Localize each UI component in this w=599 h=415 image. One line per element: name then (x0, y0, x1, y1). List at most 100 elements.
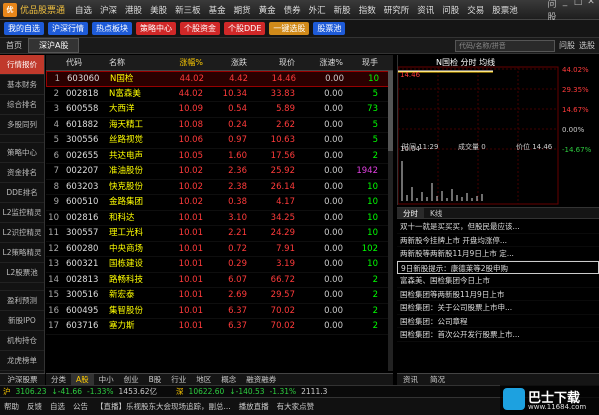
toolbar-button-3[interactable]: 策略中心 (136, 22, 176, 35)
table-row[interactable]: 13 600321 国栋建设 10.01 0.29 3.19 0.00 10 (46, 257, 393, 273)
col-code[interactable]: 代码 (62, 55, 105, 70)
table-row[interactable]: 6 002655 共达电声 10.05 1.60 17.56 0.00 2 (46, 149, 393, 164)
table-row[interactable]: 4 601882 海天精工 10.08 0.24 2.62 0.00 5 (46, 118, 393, 133)
sidebar-item-9[interactable]: L2识控精灵 (0, 223, 44, 243)
toolbar-button-1[interactable]: 沪深行情 (48, 22, 88, 35)
chart-tab-0[interactable]: 分时 (397, 208, 424, 218)
sidebar-item-15[interactable]: 机构持仓 (0, 331, 44, 351)
category-tab-8[interactable]: 融资融券 (241, 374, 281, 385)
news-bottom-tab-1[interactable]: 简况 (424, 374, 451, 385)
table-row[interactable]: 12 600280 中央商场 10.01 0.72 7.91 0.00 102 (46, 242, 393, 257)
table-row[interactable]: 5 300556 丝路视觉 10.06 0.97 10.63 0.00 5 (46, 133, 393, 149)
toolbar-button-5[interactable]: 个股DDE (224, 22, 266, 35)
sidebar-item-16[interactable]: 龙虎榜单 (0, 351, 44, 371)
toolbar-button-0[interactable]: 我的自选 (4, 22, 44, 35)
table-row[interactable]: 1 603060 N国检 44.02 4.42 14.46 0.00 10 (46, 71, 393, 87)
news-bottom-tab-0[interactable]: 资讯 (397, 374, 424, 385)
toolbar-button-2[interactable]: 热点板块 (92, 22, 132, 35)
toolbar-button-7[interactable]: 股票池 (313, 22, 346, 35)
table-row[interactable]: 10 002816 和科达 10.01 3.10 34.25 0.00 10 (46, 211, 393, 226)
menu-item-2[interactable]: 港股 (121, 4, 146, 16)
like-button[interactable]: 有大家点赞 (277, 401, 315, 412)
table-scrollbar[interactable] (388, 71, 393, 371)
menu-item-16[interactable]: 股票池 (488, 4, 522, 16)
table-row[interactable]: 15 300516 新宏泰 10.01 2.69 29.57 0.00 2 (46, 288, 393, 304)
menu-item-4[interactable]: 新三板 (171, 4, 205, 16)
table-row[interactable]: 7 002207 准油股份 10.02 2.36 25.92 0.00 1942 (46, 164, 393, 180)
select-stock-button[interactable]: 选股 (579, 40, 595, 51)
sidebar-item-1[interactable]: 基本财务 (0, 75, 44, 95)
intraday-chart[interactable]: 44.02%29.35%14.67%0.00%-14.67%14.4610.04… (398, 55, 599, 205)
watchlist-button[interactable]: 自选 (50, 401, 65, 412)
col-speed[interactable]: 涨速% (295, 55, 343, 70)
news-item[interactable]: 国检集团：关于公司股票上市申... (397, 301, 599, 315)
menu-item-12[interactable]: 研究所 (380, 4, 414, 16)
category-tab-7[interactable]: 概念 (216, 374, 241, 385)
help-button[interactable]: 帮助 (4, 401, 19, 412)
menu-item-3[interactable]: 美股 (146, 4, 171, 16)
toolbar-button-6[interactable]: 一键选股 (269, 22, 310, 35)
category-tab-1[interactable]: A股 (71, 374, 94, 385)
news-item[interactable]: 两新股等两新股11月9日上市 定... (397, 247, 599, 261)
news-item[interactable]: 国检集团等两新股11月9日上市 (397, 288, 599, 301)
table-row[interactable]: 11 300557 理工光科 10.01 2.21 24.29 0.00 10 (46, 226, 393, 242)
category-tab-3[interactable]: 创业 (119, 374, 144, 385)
col-name[interactable]: 名称 (105, 55, 159, 70)
sidebar-item-8[interactable]: L2监控精灵 (0, 203, 44, 223)
sidebar-item-11[interactable]: L2股票池 (0, 263, 44, 283)
category-tab-6[interactable]: 地区 (191, 374, 216, 385)
scrollbar-thumb[interactable] (388, 71, 393, 151)
menu-item-15[interactable]: 交易 (463, 4, 488, 16)
menu-item-11[interactable]: 指数 (355, 4, 380, 16)
sidebar-item-2[interactable]: 综合排名 (0, 95, 44, 115)
home-tab[interactable]: 首页 (0, 40, 28, 51)
menu-item-10[interactable]: 新股 (330, 4, 355, 16)
news-item[interactable]: 双十一就是买买买，但股民最应该... (397, 220, 599, 234)
menu-item-5[interactable]: 基金 (205, 4, 230, 16)
menu-item-14[interactable]: 问股 (438, 4, 463, 16)
feedback-button[interactable]: 反馈 (27, 401, 42, 412)
sidebar-item-3[interactable]: 多股同列 (0, 115, 44, 135)
table-row[interactable]: 2 002818 N富森美 44.02 10.34 33.83 0.00 5 (46, 87, 393, 102)
toolbar-button-4[interactable]: 个股资金 (180, 22, 220, 35)
search-input[interactable]: 代码/名称/拼音 (455, 39, 555, 52)
menu-item-1[interactable]: 沪深 (96, 4, 121, 16)
sidebar-item-14[interactable]: 新股IPO (0, 311, 44, 331)
col-change-pct[interactable]: 涨幅% (159, 55, 203, 70)
sidebar-bottom-tab[interactable]: 沪深股票 (0, 373, 45, 385)
chart-tab-1[interactable]: K线 (424, 208, 448, 218)
notice-button[interactable]: 公告 (73, 401, 88, 412)
sidebar-item-7[interactable]: DDE排名 (0, 183, 44, 203)
category-tab-4[interactable]: B股 (144, 374, 167, 385)
news-item[interactable]: 国检集团：首次公开发行股票上市... (397, 328, 599, 342)
menu-item-7[interactable]: 黄金 (255, 4, 280, 16)
col-change[interactable]: 涨跌 (203, 55, 247, 70)
menu-item-6[interactable]: 期货 (230, 4, 255, 16)
col-price[interactable]: 现价 (247, 55, 295, 70)
table-row[interactable]: 3 600558 大西洋 10.09 0.54 5.89 0.00 73 (46, 102, 393, 118)
news-item[interactable]: 两新股今挂牌上市 开盘均涨停... (397, 234, 599, 247)
table-row[interactable]: 14 002813 路畅科技 10.01 6.07 66.72 0.00 2 (46, 273, 393, 288)
sidebar-item-0[interactable]: 行情报价 (0, 55, 44, 75)
table-row[interactable]: 17 603716 塞力斯 10.01 6.37 70.02 0.00 2 (46, 319, 393, 335)
sidebar-item-6[interactable]: 资金排名 (0, 163, 44, 183)
menu-item-8[interactable]: 债券 (280, 4, 305, 16)
news-item[interactable]: 9日新股提示：康德莱等2股申购 (397, 260, 599, 274)
tab-market-a[interactable]: 深沪A股 (28, 38, 80, 53)
menu-item-0[interactable]: 自选 (71, 4, 96, 16)
category-tab-0[interactable]: 分类 (46, 374, 71, 385)
table-row[interactable]: 8 603203 快克股份 10.02 2.38 26.14 0.00 10 (46, 180, 393, 195)
category-tab-5[interactable]: 行业 (166, 374, 191, 385)
table-row[interactable]: 9 600510 金路集团 10.02 0.38 4.17 0.00 10 (46, 195, 393, 211)
news-item[interactable]: 国检集团：公司章程 (397, 315, 599, 328)
menu-item-13[interactable]: 资讯 (413, 4, 438, 16)
sidebar-item-13[interactable]: 盈利预测 (0, 291, 44, 311)
menu-item-9[interactable]: 外汇 (305, 4, 330, 16)
sidebar-item-5[interactable]: 策略中心 (0, 143, 44, 163)
live-ticker[interactable]: 【直播】乐视股东大会现场追踪，副总... (96, 401, 231, 412)
table-row[interactable]: 16 600495 集智股份 10.01 6.37 70.02 0.00 2 (46, 304, 393, 319)
category-tab-2[interactable]: 中小 (94, 374, 119, 385)
col-hand[interactable]: 现手 (343, 55, 381, 70)
news-item[interactable]: 富森美、国检集团今日上市 (397, 274, 599, 288)
ask-stock-button[interactable]: 问股 (559, 40, 575, 51)
